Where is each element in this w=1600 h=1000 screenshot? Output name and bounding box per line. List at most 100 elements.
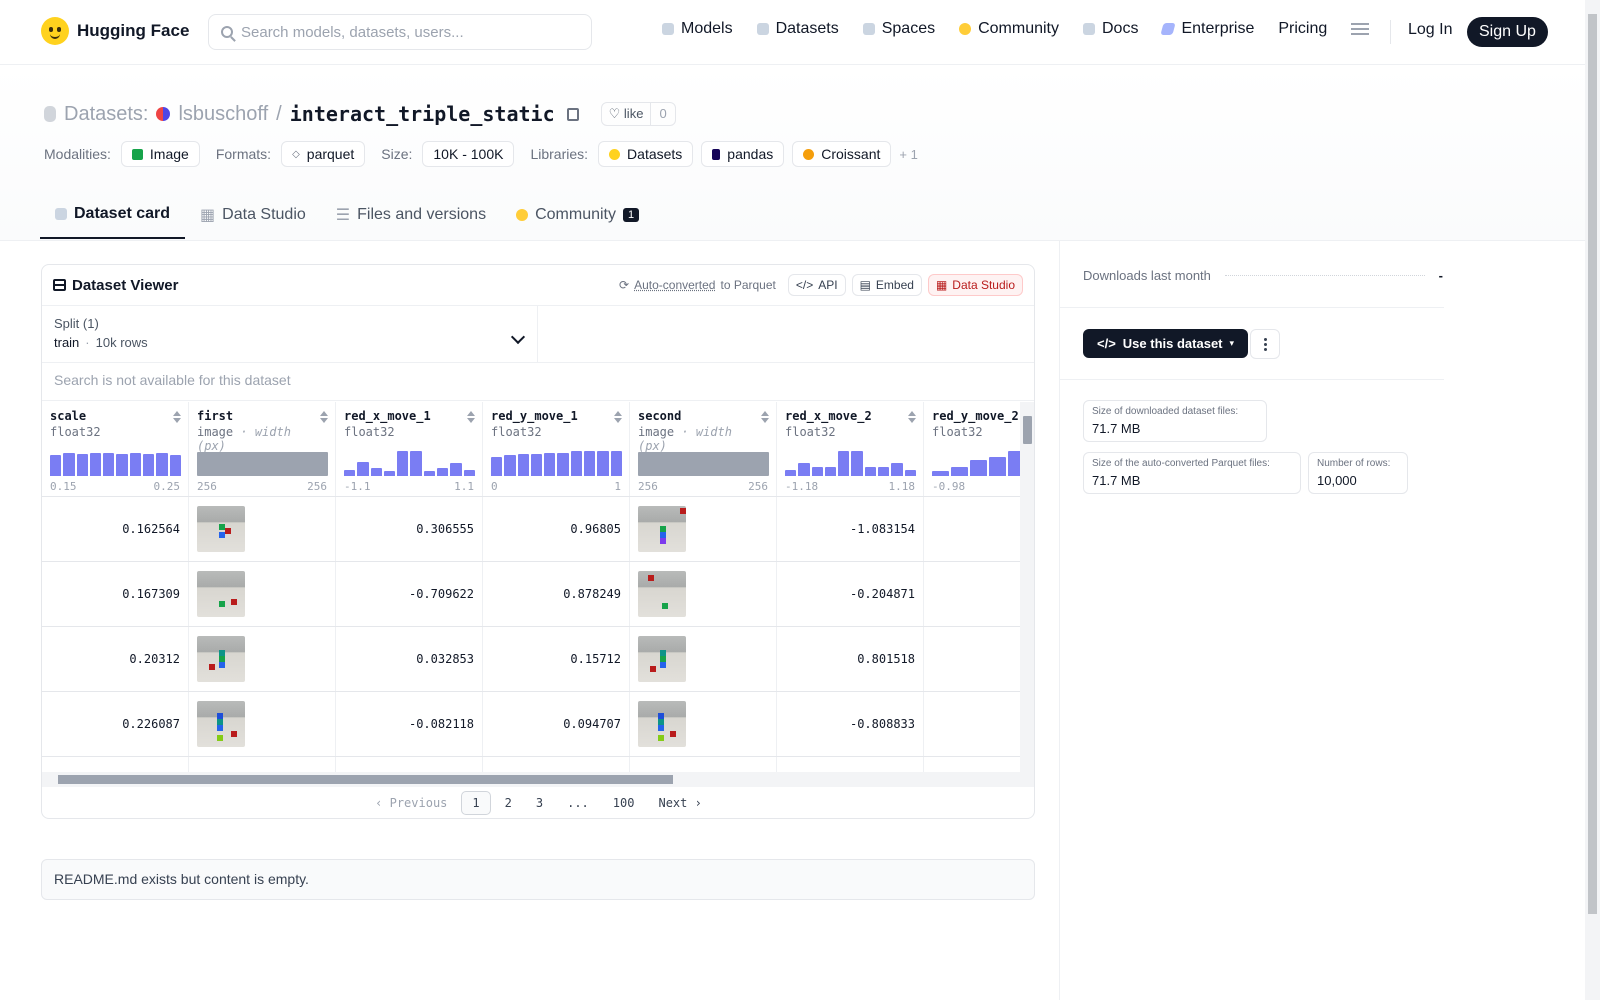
value-cell[interactable]: 0. (924, 562, 1020, 626)
value-cell[interactable]: 0.15712 (483, 627, 630, 691)
login-link[interactable]: Log In (1408, 21, 1452, 39)
histogram-bar[interactable] (798, 463, 810, 476)
split-select[interactable]: Split (1) train · 10k rows (42, 306, 538, 362)
sort-icon[interactable] (467, 411, 475, 423)
histogram-bar[interactable] (1008, 451, 1020, 476)
image-cell[interactable] (189, 562, 336, 626)
column-header-red_x_move_1[interactable]: red_x_move_1 float32 -1.1 1.1 (336, 402, 483, 496)
histogram-bar[interactable] (932, 470, 949, 476)
api-button[interactable]: </> API (787, 274, 846, 296)
sort-icon[interactable] (320, 411, 328, 423)
scene-thumbnail[interactable] (197, 571, 245, 617)
histogram-bar[interactable] (544, 452, 556, 476)
page-1-button[interactable]: 1 (461, 791, 491, 815)
tab-data-studio[interactable]: ▦ Data Studio (185, 195, 321, 239)
histogram-bar[interactable] (610, 451, 622, 476)
scene-thumbnail[interactable] (197, 701, 245, 747)
library-croissant-tag[interactable]: Croissant (792, 141, 892, 167)
value-cell[interactable]: 0. (924, 627, 1020, 691)
next-page-button[interactable]: Next › (648, 792, 711, 814)
more-libraries-link[interactable]: + 1 (899, 147, 917, 162)
size-tag[interactable]: 10K - 100K (422, 141, 515, 167)
histogram-bar[interactable] (410, 451, 422, 476)
histogram-bar[interactable] (584, 451, 596, 476)
column-header-red_y_move_2[interactable]: red_y_move_2 float32 -0.98 (924, 402, 1020, 496)
library-datasets-tag[interactable]: Datasets (598, 141, 694, 167)
histogram-bar[interactable] (838, 451, 850, 476)
nav-spaces[interactable]: Spaces (862, 20, 935, 38)
auto-converted-link[interactable]: Auto-converted (634, 278, 715, 292)
value-cell[interactable]: -0.204871 (777, 562, 924, 626)
image-cell[interactable] (630, 497, 777, 561)
sort-icon[interactable] (908, 411, 916, 423)
nav-enterprise[interactable]: Enterprise (1160, 20, 1254, 38)
scene-thumbnail[interactable] (197, 636, 245, 682)
histogram-bar[interactable] (143, 453, 155, 476)
search-input[interactable]: Search models, datasets, users... (208, 14, 592, 50)
column-header-first[interactable]: first image · width (px) 256 256 (189, 402, 336, 496)
image-cell[interactable] (189, 692, 336, 756)
embed-button[interactable]: ▤ Embed (851, 274, 922, 296)
histogram-bar[interactable] (89, 452, 102, 476)
nav-community[interactable]: Community (959, 20, 1059, 38)
nav-docs[interactable]: Docs (1083, 20, 1138, 38)
nav-pricing[interactable]: Pricing (1278, 20, 1327, 38)
tab-dataset-card[interactable]: Dataset card (40, 195, 186, 239)
data-studio-button[interactable]: ▦ Data Studio (927, 274, 1023, 296)
value-cell[interactable]: -0. (924, 497, 1020, 561)
tab-files-and-versions[interactable]: ☰ Files and versions (321, 195, 501, 239)
more-menu-icon[interactable] (1351, 23, 1370, 35)
image-cell[interactable] (630, 627, 777, 691)
table-vertical-scrollbar[interactable] (1020, 402, 1034, 772)
signup-button[interactable]: Sign Up (1467, 17, 1548, 47)
image-cell[interactable] (630, 562, 777, 626)
histogram-bar[interactable] (103, 452, 115, 476)
image-cell[interactable] (189, 497, 336, 561)
value-cell[interactable]: 0.094707 (483, 692, 630, 756)
value-cell[interactable]: -1.083154 (777, 497, 924, 561)
histogram-bar[interactable] (63, 452, 75, 476)
histogram-bar[interactable] (450, 463, 462, 476)
value-cell[interactable]: 0. (924, 692, 1020, 756)
histogram-bar[interactable] (864, 466, 877, 476)
histogram-bar[interactable] (504, 455, 516, 476)
tab-community[interactable]: Community 1 (501, 195, 654, 239)
column-header-second[interactable]: second image · width (px) 256 256 (630, 402, 777, 496)
histogram-bar[interactable] (824, 466, 837, 476)
image-cell[interactable] (630, 692, 777, 756)
histogram-bar[interactable] (383, 470, 396, 476)
table-horizontal-scrollbar[interactable] (42, 772, 1034, 787)
histogram-bar[interactable] (811, 466, 823, 476)
table-row[interactable]: 0.162564 0.3065550.96805 -1.083154-0. (42, 497, 1020, 562)
column-header-red_y_move_1[interactable]: red_y_move_1 float32 0 1 (483, 402, 630, 496)
datasets-breadcrumb[interactable]: Datasets: (64, 103, 148, 126)
table-row[interactable]: 0.226087 -0.0821180.094707 -0.8088330. (42, 692, 1020, 757)
histogram-bar[interactable] (463, 469, 475, 476)
histogram-bar[interactable] (951, 466, 968, 476)
value-cell[interactable]: 0.801518 (777, 627, 924, 691)
histogram-bar[interactable] (76, 453, 88, 476)
modality-image-tag[interactable]: Image (120, 141, 200, 167)
histogram-bar[interactable] (423, 470, 436, 476)
copy-icon[interactable] (566, 107, 579, 121)
more-options-button[interactable] (1250, 329, 1280, 359)
scene-thumbnail[interactable] (638, 506, 686, 552)
image-cell[interactable] (189, 627, 336, 691)
histogram-bar[interactable] (169, 455, 181, 476)
sort-icon[interactable] (173, 411, 181, 423)
page-2-button[interactable]: 2 (495, 792, 522, 814)
histogram-bar[interactable] (570, 451, 583, 476)
histogram-bar[interactable] (557, 452, 569, 476)
scene-thumbnail[interactable] (197, 506, 245, 552)
page-3-button[interactable]: 3 (526, 792, 553, 814)
value-cell[interactable]: 0.96805 (483, 497, 630, 561)
histogram-bar[interactable] (370, 468, 382, 476)
value-cell[interactable]: 0.162564 (42, 497, 189, 561)
histogram-bar[interactable] (891, 463, 903, 476)
value-cell[interactable]: -0.082118 (336, 692, 483, 756)
histogram-bar[interactable] (437, 468, 449, 476)
nav-models[interactable]: Models (662, 20, 733, 38)
value-cell[interactable]: -0.808833 (777, 692, 924, 756)
like-button[interactable]: ♡ like 0 (600, 102, 676, 126)
table-row[interactable]: 0.20312 0.0328530.15712 0.8015180. (42, 627, 1020, 692)
